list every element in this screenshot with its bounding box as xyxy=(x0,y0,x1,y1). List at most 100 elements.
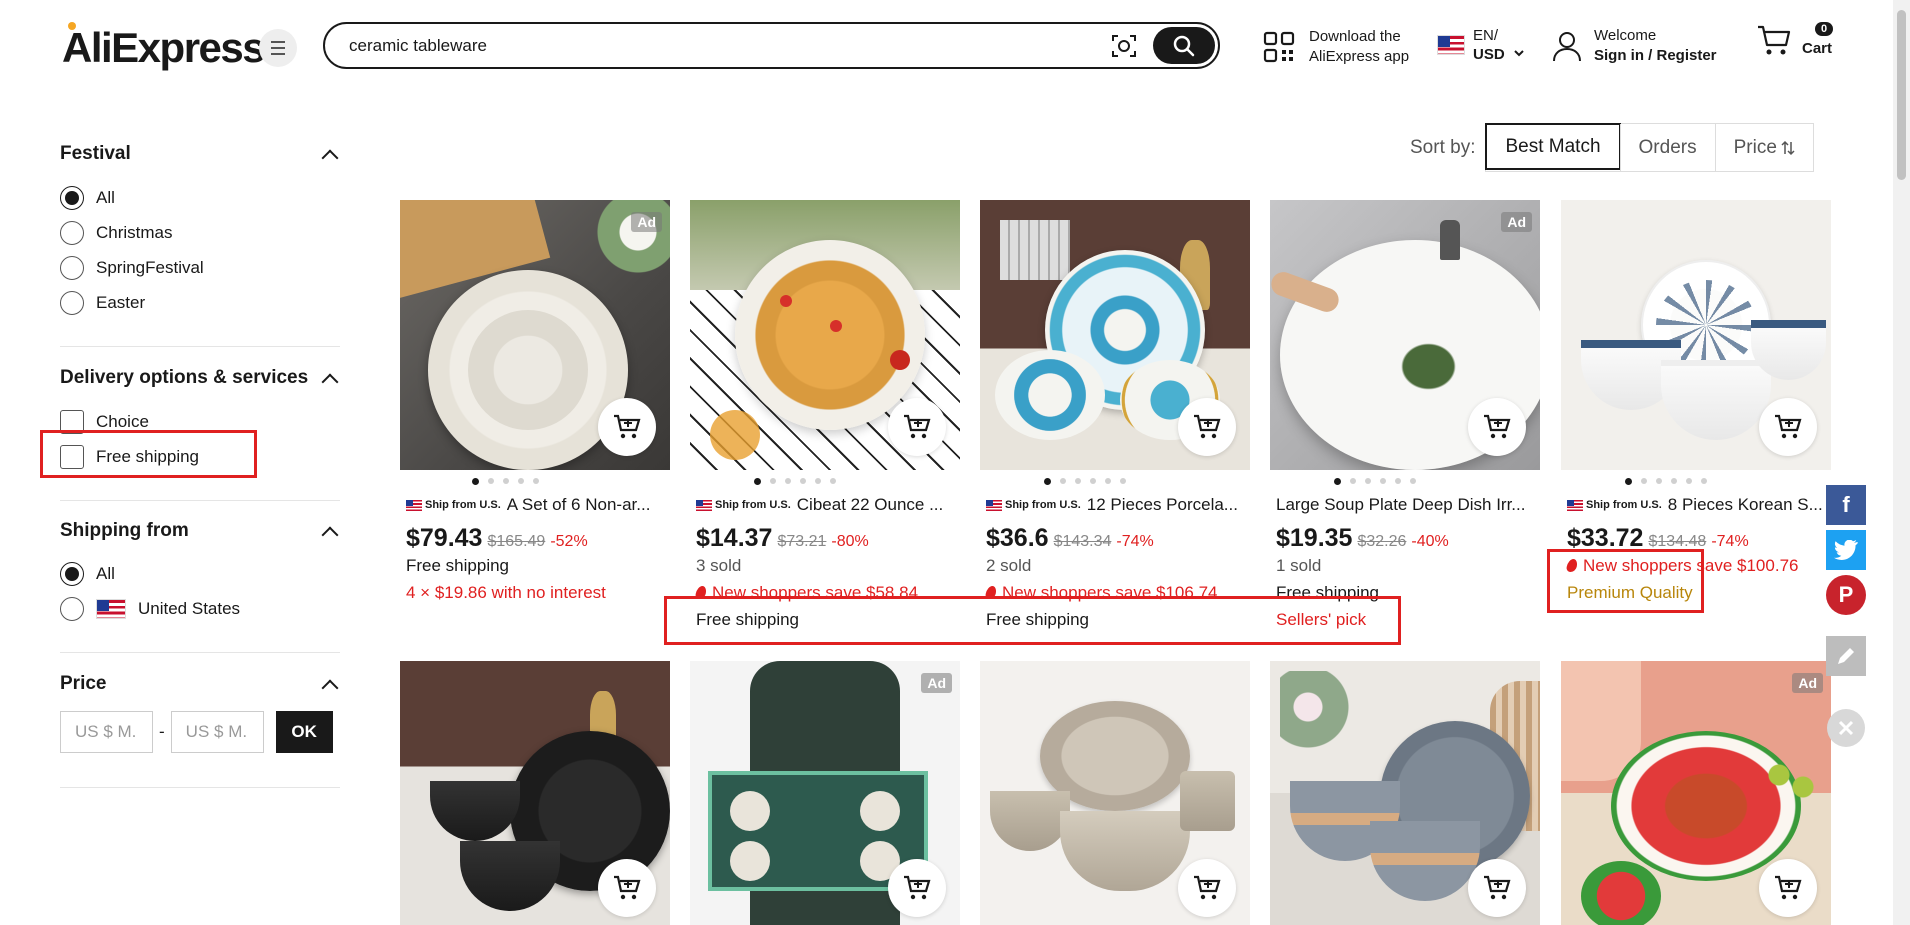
aliexpress-logo[interactable]: AliExpress xyxy=(62,22,266,72)
product-card[interactable] xyxy=(980,661,1250,925)
product-image[interactable] xyxy=(980,200,1250,470)
user-icon xyxy=(1553,32,1581,62)
price-ok-button[interactable]: OK xyxy=(275,711,333,753)
flame-icon xyxy=(694,586,708,599)
edit-pencil-icon[interactable] xyxy=(1826,636,1866,676)
search-input[interactable] xyxy=(349,34,1089,58)
product-card[interactable] xyxy=(1270,661,1540,925)
product-card[interactable]: Ad xyxy=(1561,661,1831,925)
product-price: $14.37 xyxy=(696,524,773,552)
product-card[interactable]: Ad xyxy=(690,661,960,925)
chevron-up-icon xyxy=(321,149,339,166)
delivery-option-choice[interactable]: Choice xyxy=(60,404,340,439)
product-image[interactable]: Ad xyxy=(1270,200,1540,470)
language-currency-selector[interactable]: EN/USD xyxy=(1437,26,1525,64)
account-link[interactable]: Welcome Sign in / Register xyxy=(1552,26,1717,66)
add-to-cart-button[interactable] xyxy=(1468,398,1526,456)
radio-button[interactable] xyxy=(60,220,84,245)
delivery-filter-header[interactable]: Delivery options & services xyxy=(60,365,340,391)
image-carousel-dots[interactable] xyxy=(1210,470,1540,492)
ship-from-option-all[interactable]: All xyxy=(60,556,340,591)
product-title[interactable]: Large Soup Plate Deep Dish Irr... xyxy=(1276,495,1525,515)
pinterest-share-icon[interactable]: P xyxy=(1826,575,1866,615)
add-to-cart-button[interactable] xyxy=(1178,859,1236,917)
price-max-input[interactable]: US $ M. xyxy=(170,711,264,753)
cart-link[interactable]: 0 Cart xyxy=(1756,22,1834,57)
shipping-info: Free shipping xyxy=(696,609,800,629)
image-search-icon[interactable] xyxy=(1111,33,1137,59)
product-card[interactable]: Ship from U.S. Cibeat 22 Ounce ... $14.37… xyxy=(690,200,960,633)
product-image[interactable] xyxy=(690,200,960,470)
search-button[interactable] xyxy=(1153,27,1215,64)
product-title[interactable]: 12 Pieces Porcela... xyxy=(1087,495,1238,515)
delivery-option-free-shipping[interactable]: Free shipping xyxy=(60,439,340,474)
add-to-cart-button[interactable] xyxy=(1468,859,1526,917)
add-to-cart-button[interactable] xyxy=(1759,859,1817,917)
festival-option-christmas[interactable]: Christmas xyxy=(60,215,340,250)
us-flag-icon xyxy=(1437,35,1465,55)
ship-from-option-united-states[interactable]: United States xyxy=(60,591,340,626)
scrollbar[interactable] xyxy=(1893,0,1910,925)
image-carousel-dots[interactable] xyxy=(920,470,1250,492)
product-image[interactable]: Ad xyxy=(400,200,670,470)
radio-button[interactable] xyxy=(60,561,84,586)
facebook-share-icon[interactable]: f xyxy=(1826,485,1866,525)
product-image[interactable]: Ad xyxy=(1561,661,1831,925)
add-cart-icon xyxy=(904,875,931,900)
radio-button[interactable] xyxy=(60,185,84,210)
original-price: $32.26 xyxy=(1357,533,1407,550)
festival-option-springfestival[interactable]: SpringFestival xyxy=(60,250,340,285)
product-image[interactable] xyxy=(400,661,670,925)
close-icon[interactable] xyxy=(1827,709,1865,747)
add-to-cart-button[interactable] xyxy=(598,398,656,456)
twitter-share-icon[interactable] xyxy=(1826,530,1866,570)
product-card[interactable]: Ad Large Soup Plate Deep Dish Irr... $19… xyxy=(1270,200,1540,633)
sort-best-match[interactable]: Best Match xyxy=(1485,123,1621,170)
image-carousel-dots[interactable] xyxy=(1501,470,1831,492)
product-card[interactable]: Ad Ship from U.S. A Set of 6 Non-ar... $7… xyxy=(400,200,670,606)
scrollbar-thumb[interactable] xyxy=(1897,10,1906,180)
product-image[interactable]: Ad xyxy=(690,661,960,925)
cart-label: Cart xyxy=(1802,40,1833,57)
add-cart-icon xyxy=(614,414,641,439)
app-download-link[interactable]: Download the AliExpress app xyxy=(1263,27,1409,67)
add-to-cart-button[interactable] xyxy=(888,859,946,917)
festival-filter-header[interactable]: Festival xyxy=(60,141,340,167)
sort-orders[interactable]: Orders xyxy=(1619,124,1715,171)
add-to-cart-button[interactable] xyxy=(1759,398,1817,456)
hamburger-menu-button[interactable] xyxy=(259,29,297,67)
discount-percent: -40% xyxy=(1411,533,1449,550)
product-image[interactable] xyxy=(1270,661,1540,925)
radio-button[interactable] xyxy=(60,596,84,621)
product-card[interactable]: Ship from U.S. 12 Pieces Porcela... $36.6… xyxy=(980,200,1250,633)
price-min-input[interactable]: US $ M. xyxy=(60,711,153,753)
sort-bar: Sort by: Best Match Orders Price xyxy=(1410,123,1814,172)
qr-code-icon xyxy=(1263,31,1295,63)
product-title[interactable]: Cibeat 22 Ounce ... xyxy=(797,495,943,515)
checkbox[interactable] xyxy=(60,409,84,434)
sort-price[interactable]: Price xyxy=(1714,124,1813,171)
add-to-cart-button[interactable] xyxy=(1178,398,1236,456)
add-to-cart-button[interactable] xyxy=(598,859,656,917)
product-card[interactable]: Ship from U.S. 8 Pieces Korean S... $33.7… xyxy=(1561,200,1831,606)
product-title[interactable]: 8 Pieces Korean S... xyxy=(1668,495,1823,515)
festival-option-all[interactable]: All xyxy=(60,180,340,215)
original-price: $73.21 xyxy=(777,533,827,550)
product-title[interactable]: A Set of 6 Non-ar... xyxy=(507,495,651,515)
checkbox[interactable] xyxy=(60,444,84,469)
festival-option-easter[interactable]: Easter xyxy=(60,285,340,320)
radio-button[interactable] xyxy=(60,255,84,280)
add-cart-icon xyxy=(904,414,931,439)
product-price: $36.6 xyxy=(986,524,1049,552)
flame-icon xyxy=(1565,559,1579,572)
product-image[interactable] xyxy=(980,661,1250,925)
price-filter-header[interactable]: Price xyxy=(60,671,340,697)
add-to-cart-button[interactable] xyxy=(888,398,946,456)
image-carousel-dots[interactable] xyxy=(340,470,670,492)
image-carousel-dots[interactable] xyxy=(630,470,960,492)
sellers-pick-badge: Sellers' pick xyxy=(1276,609,1367,629)
product-card[interactable] xyxy=(400,661,670,925)
product-image[interactable] xyxy=(1561,200,1831,470)
radio-button[interactable] xyxy=(60,290,84,315)
shipping-from-filter-header[interactable]: Shipping from xyxy=(60,518,340,544)
